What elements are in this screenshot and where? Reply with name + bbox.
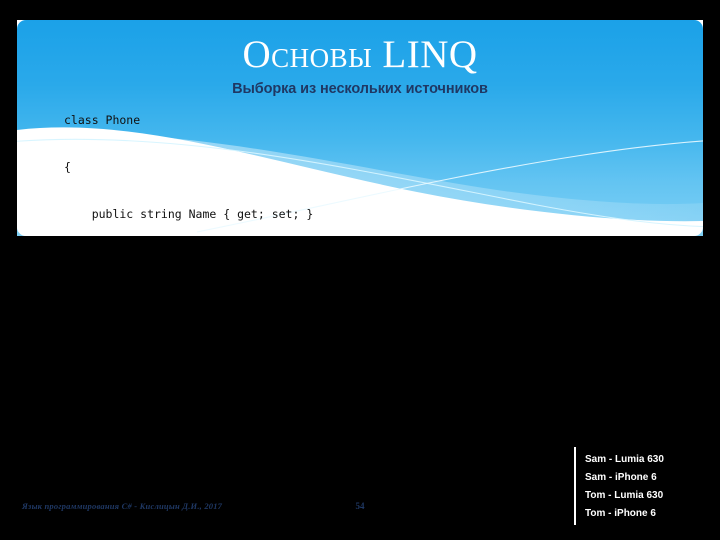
footer-credit: Язык программирования C# - Кислицын Д.И.…	[22, 501, 223, 511]
slide-card: Основы LINQ Выборка из нескольких источн…	[17, 20, 703, 236]
output-line: Sam - Lumia 630	[585, 454, 664, 465]
output-line: Sam - iPhone 6	[585, 472, 657, 483]
slide-canvas: Основы LINQ Выборка из нескольких источн…	[0, 0, 720, 540]
code-line: class Phone	[64, 113, 141, 128]
code-line: {	[64, 159, 71, 174]
output-line: Tom - Lumia 630	[585, 490, 664, 501]
slide-number: 54	[355, 501, 365, 511]
code-listing: class Phone { public string Name { get; …	[64, 82, 334, 236]
output-line: Tom - iPhone 6	[585, 508, 656, 519]
code-line: public string Name { get; set; }	[64, 206, 314, 221]
console-output-panel: Sam - Lumia 630 Sam - iPhone 6 Tom - Lum…	[574, 447, 714, 525]
